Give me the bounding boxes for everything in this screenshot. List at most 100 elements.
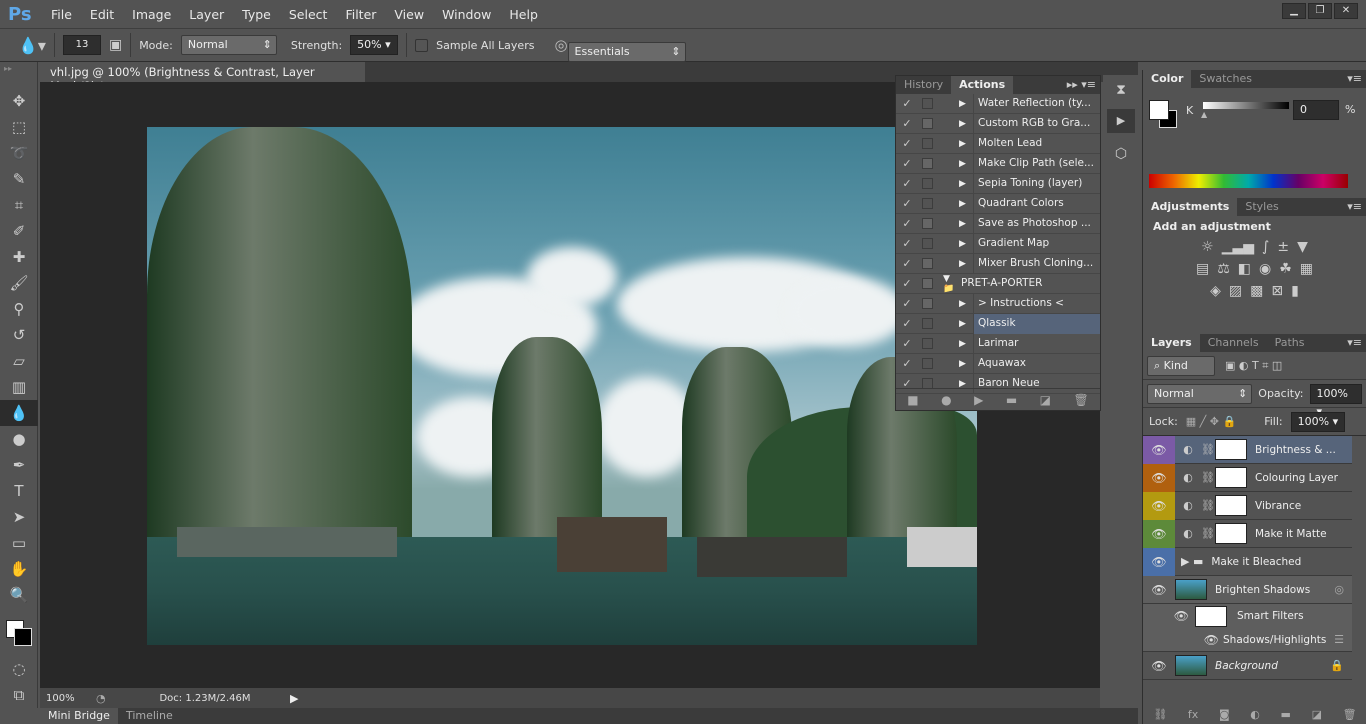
crop-icon[interactable]: ⌗ [0, 192, 38, 218]
healing-icon[interactable]: ✚ [0, 244, 38, 270]
link-icon[interactable]: ⛓ [1153, 708, 1167, 724]
workspace-select[interactable]: Essentials ⇕ [567, 42, 686, 62]
status-menu-arrow[interactable]: ▶ [290, 692, 298, 705]
move-icon[interactable]: ✥ [0, 88, 38, 114]
layer-row[interactable]: 👁 ◐ ⛓ Colouring Layer [1143, 463, 1352, 492]
adjustment-layer-icon[interactable]: ◐ [1250, 708, 1260, 724]
dialog-toggle[interactable] [922, 118, 933, 129]
expand-action-icon[interactable]: ▶ [959, 219, 973, 229]
dialog-toggle[interactable] [922, 298, 933, 309]
layer-mask-thumbnail[interactable] [1215, 495, 1247, 516]
expand-action-icon[interactable]: ▶ [959, 199, 973, 209]
stamp-icon[interactable]: ⚲ [0, 296, 38, 322]
tab-history[interactable]: History [896, 76, 951, 94]
layer-row[interactable]: 👁 Shadows/Highlights ☰ [1143, 628, 1352, 652]
fx-icon[interactable]: fx [1188, 708, 1198, 724]
action-item[interactable]: ✓ ▶ Quadrant Colors [896, 193, 1100, 214]
toggle-check-icon[interactable]: ✓ [896, 217, 918, 230]
record-icon[interactable]: ● [941, 393, 951, 407]
link-icon[interactable]: ⛓ [1201, 499, 1215, 512]
layer-mask-thumbnail[interactable] [1215, 523, 1247, 544]
expand-action-icon[interactable]: ▶ [959, 159, 973, 169]
color-lookup-icon[interactable]: ▦ [1300, 261, 1313, 277]
visibility-eye-icon[interactable]: 👁 [1143, 519, 1175, 548]
expand-set-icon[interactable]: ▼ 📁 [943, 274, 957, 294]
status-options-icon[interactable]: ◔ [96, 692, 120, 705]
toggle-check-icon[interactable]: ✓ [896, 117, 918, 130]
expand-action-icon[interactable]: ▶ [959, 319, 973, 329]
expand-action-icon[interactable]: ▶ [959, 239, 973, 249]
tab-swatches[interactable]: Swatches [1191, 70, 1260, 88]
dialog-toggle[interactable] [922, 318, 933, 329]
dialog-toggle[interactable] [922, 338, 933, 349]
menu-view[interactable]: View [385, 7, 433, 22]
k-slider[interactable] [1203, 102, 1289, 109]
blend-mode-select[interactable]: Normal ⇕ [1147, 383, 1253, 404]
delete-layer-icon[interactable]: 🗑 [1343, 708, 1357, 724]
link-icon[interactable]: ⛓ [1201, 443, 1215, 456]
fill-input[interactable]: 100% ▾ [1290, 411, 1346, 432]
toggle-check-icon[interactable]: ✓ [896, 97, 918, 110]
action-item[interactable]: ✓ ▶ Make Clip Path (sele... [896, 153, 1100, 174]
toggle-check-icon[interactable]: ✓ [896, 357, 918, 370]
mode-select[interactable]: Normal ⇕ [180, 35, 277, 55]
visibility-eye-icon[interactable]: 👁 [1143, 547, 1175, 576]
group-icon[interactable]: ▬ [1281, 708, 1291, 724]
curves-icon[interactable]: ∫ [1262, 239, 1269, 255]
layer-row[interactable]: 👁 ◐ ⛓ Brightness & ... [1143, 435, 1352, 464]
link-icon[interactable]: ⛓ [1201, 527, 1215, 540]
visibility-eye-icon[interactable]: 👁 [1143, 628, 1219, 652]
visibility-eye-icon[interactable]: 👁 [1143, 604, 1189, 628]
quick-mask-icon[interactable]: ◌ [0, 656, 38, 682]
lasso-icon[interactable]: ➰ [0, 140, 38, 166]
menu-file[interactable]: File [42, 7, 81, 22]
color-balance-icon[interactable]: ⚖ [1217, 261, 1230, 277]
group-folder-icon[interactable]: ▶ ▬ [1175, 555, 1203, 568]
action-item[interactable]: ✓ ▶ Mixer Brush Cloning... [896, 253, 1100, 274]
action-item[interactable]: ✓ ▶ > Instructions < [896, 293, 1100, 314]
document-tab[interactable]: vhl.jpg @ 100% (Brightness & Contrast, L… [40, 62, 365, 93]
history-panel-icon[interactable]: ⧗ [1103, 75, 1139, 105]
link-icon[interactable]: ⛓ [1201, 471, 1215, 484]
restore-button[interactable]: ❐ [1308, 3, 1332, 19]
layer-mask-thumbnail[interactable] [1215, 439, 1247, 460]
gradient-map-icon[interactable]: ▮ [1291, 283, 1299, 299]
play-icon[interactable]: ▶ [974, 393, 983, 407]
k-value-input[interactable]: 0 [1293, 100, 1339, 120]
tab-styles[interactable]: Styles [1237, 198, 1286, 216]
toggle-check-icon[interactable]: ✓ [896, 297, 918, 310]
hand-icon[interactable]: ✋ [0, 556, 38, 582]
layer-thumbnail[interactable] [1175, 579, 1207, 600]
dialog-toggle[interactable] [922, 278, 933, 289]
tab-adjustments[interactable]: Adjustments [1143, 198, 1238, 216]
selective-color-icon[interactable]: ⊠ [1271, 283, 1283, 299]
action-item[interactable]: ✓ ▶ Gradient Map [896, 233, 1100, 254]
blur-tool-preset-icon[interactable]: 💧▾ [18, 36, 46, 55]
panel-menu-icon[interactable]: ▾≡ [1347, 72, 1362, 85]
toggle-check-icon[interactable]: ✓ [896, 257, 918, 270]
pressure-icon[interactable]: ◎ [554, 36, 567, 54]
visibility-eye-icon[interactable]: 👁 [1143, 491, 1175, 520]
lock-icons[interactable]: ▦ ╱ ✥ 🔒 [1186, 415, 1236, 428]
minimize-button[interactable]: ▁ [1282, 3, 1306, 19]
foreground-color[interactable] [1149, 100, 1169, 120]
shape-icon[interactable]: ▭ [0, 530, 38, 556]
sample-all-layers-checkbox[interactable] [415, 38, 429, 52]
quick-select-icon[interactable]: ✎ [0, 166, 38, 192]
layer-row[interactable]: 👁 ◐ ⛓ Vibrance [1143, 491, 1352, 520]
menu-help[interactable]: Help [500, 7, 547, 22]
tab-actions[interactable]: Actions [951, 76, 1014, 94]
panel-menu-icon[interactable]: ▾≡ [1347, 336, 1362, 349]
photo-filter-icon[interactable]: ◉ [1259, 261, 1271, 277]
opacity-input[interactable]: 100% ▾ [1309, 383, 1362, 418]
dialog-toggle[interactable] [922, 198, 933, 209]
toggle-check-icon[interactable]: ✓ [896, 237, 918, 250]
layer-row[interactable]: 👁 ▶ ▬ Make it Bleached [1143, 547, 1352, 576]
visibility-eye-icon[interactable]: 👁 [1143, 435, 1175, 464]
marquee-icon[interactable]: ⬚ [0, 114, 38, 140]
action-item[interactable]: ✓ ▶ Custom RGB to Gra... [896, 113, 1100, 134]
actions-panel-icon[interactable]: ▶ [1107, 109, 1135, 133]
brush-icon[interactable]: 🖌 [0, 270, 38, 296]
brush-size-picker[interactable]: 13 [62, 35, 101, 55]
tab-paths[interactable]: Paths [1267, 334, 1313, 352]
